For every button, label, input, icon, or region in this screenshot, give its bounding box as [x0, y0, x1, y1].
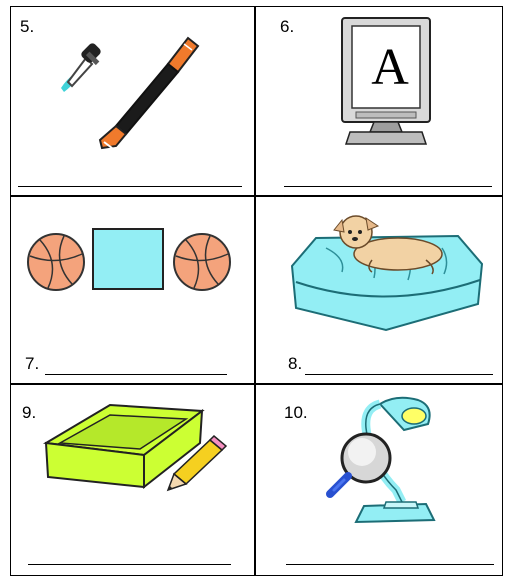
- column-divider: [254, 6, 256, 576]
- marker-pen-icon: [98, 36, 200, 150]
- square-icon: [92, 228, 164, 290]
- item-number: 7.: [25, 354, 40, 373]
- item-number: 10.: [284, 403, 308, 422]
- screen-letter: A: [371, 39, 409, 96]
- answer-blank-line[interactable]: [284, 186, 492, 187]
- dog-on-bed-icon: [290, 215, 484, 332]
- row-divider: [10, 383, 503, 385]
- item-number: 5.: [20, 17, 35, 36]
- item-number: 6.: [280, 17, 295, 36]
- item-number: 9.: [22, 403, 37, 422]
- pencil-icon: [166, 434, 228, 492]
- item-number: 8.: [288, 354, 303, 373]
- answer-blank-line[interactable]: [18, 186, 242, 187]
- basketball-icon: [173, 233, 231, 291]
- basketball-icon: [27, 233, 85, 291]
- answer-blank-line[interactable]: [286, 564, 494, 565]
- magnifier-icon: [326, 432, 392, 498]
- answer-blank-line[interactable]: [28, 564, 231, 565]
- answer-blank-line[interactable]: [305, 374, 493, 375]
- row-divider: [10, 195, 503, 197]
- answer-blank-line[interactable]: [45, 374, 227, 375]
